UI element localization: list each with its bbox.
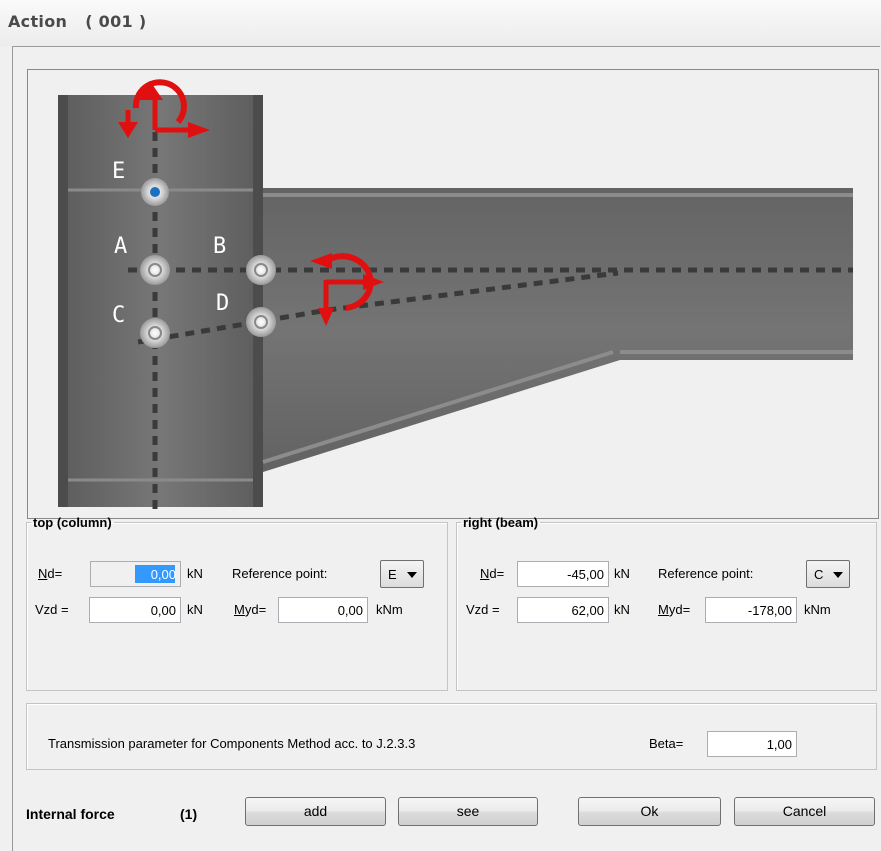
bolt-e[interactable] (141, 178, 169, 206)
top-reference-label: Reference point: (232, 566, 328, 581)
top-vzd-unit: kN (187, 602, 203, 617)
right-beam-legend: right (beam) (463, 515, 539, 530)
top-nd-unit: kN (187, 566, 203, 581)
bolt-d[interactable] (246, 307, 276, 337)
right-nd-label: Nd= (480, 566, 505, 581)
internal-force-count: (1) (180, 806, 198, 822)
internal-force-label: Internal force (26, 806, 115, 822)
window-title-code: ( 001 ) (85, 12, 147, 31)
beta-input[interactable] (707, 731, 797, 757)
beam-shape (262, 188, 853, 472)
chevron-down-icon (407, 572, 417, 578)
right-nd-input[interactable] (517, 561, 609, 587)
right-myd-input[interactable] (705, 597, 797, 623)
right-vzd-label: Vzd = (466, 602, 500, 617)
top-vzd-label: Vzd = (35, 602, 69, 617)
right-vzd-unit: kN (614, 602, 630, 617)
top-myd-label: Myd= (234, 602, 267, 617)
right-reference-value: C (814, 567, 824, 582)
right-reference-label: Reference point: (658, 566, 754, 581)
see-button[interactable]: see (398, 797, 538, 826)
right-reference-select[interactable]: C (806, 560, 850, 588)
point-label-d: D (216, 291, 229, 316)
point-label-a: A (114, 234, 127, 259)
point-label-e: E (112, 159, 125, 184)
top-reference-select[interactable]: E (380, 560, 424, 588)
column-shape (58, 95, 263, 507)
title-bar: Action ( 001 ) (0, 0, 881, 46)
bolt-a[interactable] (140, 255, 170, 285)
chevron-down-icon (833, 572, 843, 578)
top-column-legend: top (column) (33, 515, 112, 530)
ok-button[interactable]: Ok (578, 797, 721, 826)
transmission-text: Transmission parameter for Components Me… (48, 736, 416, 751)
right-nd-unit: kN (614, 566, 630, 581)
window-title-text: Action (8, 12, 68, 31)
top-vzd-input[interactable] (89, 597, 181, 623)
beta-label: Beta= (649, 736, 684, 751)
add-button[interactable]: add (245, 797, 386, 826)
point-label-c: C (112, 303, 125, 328)
right-vzd-input[interactable] (517, 597, 609, 623)
top-nd-label: Nd= (38, 566, 63, 581)
right-myd-label: Myd= (658, 602, 691, 617)
point-label-b: B (213, 234, 226, 259)
top-myd-unit: kNm (376, 602, 403, 617)
top-myd-input[interactable] (278, 597, 368, 623)
cancel-button[interactable]: Cancel (734, 797, 875, 826)
joint-diagram-svg: E A B C D (58, 79, 853, 510)
top-nd-input[interactable] (90, 561, 181, 587)
bolt-b[interactable] (246, 255, 276, 285)
joint-diagram[interactable]: E A B C D (27, 69, 879, 519)
window-title: Action ( 001 ) (8, 12, 146, 31)
bolt-c[interactable] (140, 318, 170, 348)
right-myd-unit: kNm (804, 602, 831, 617)
top-reference-value: E (388, 567, 397, 582)
